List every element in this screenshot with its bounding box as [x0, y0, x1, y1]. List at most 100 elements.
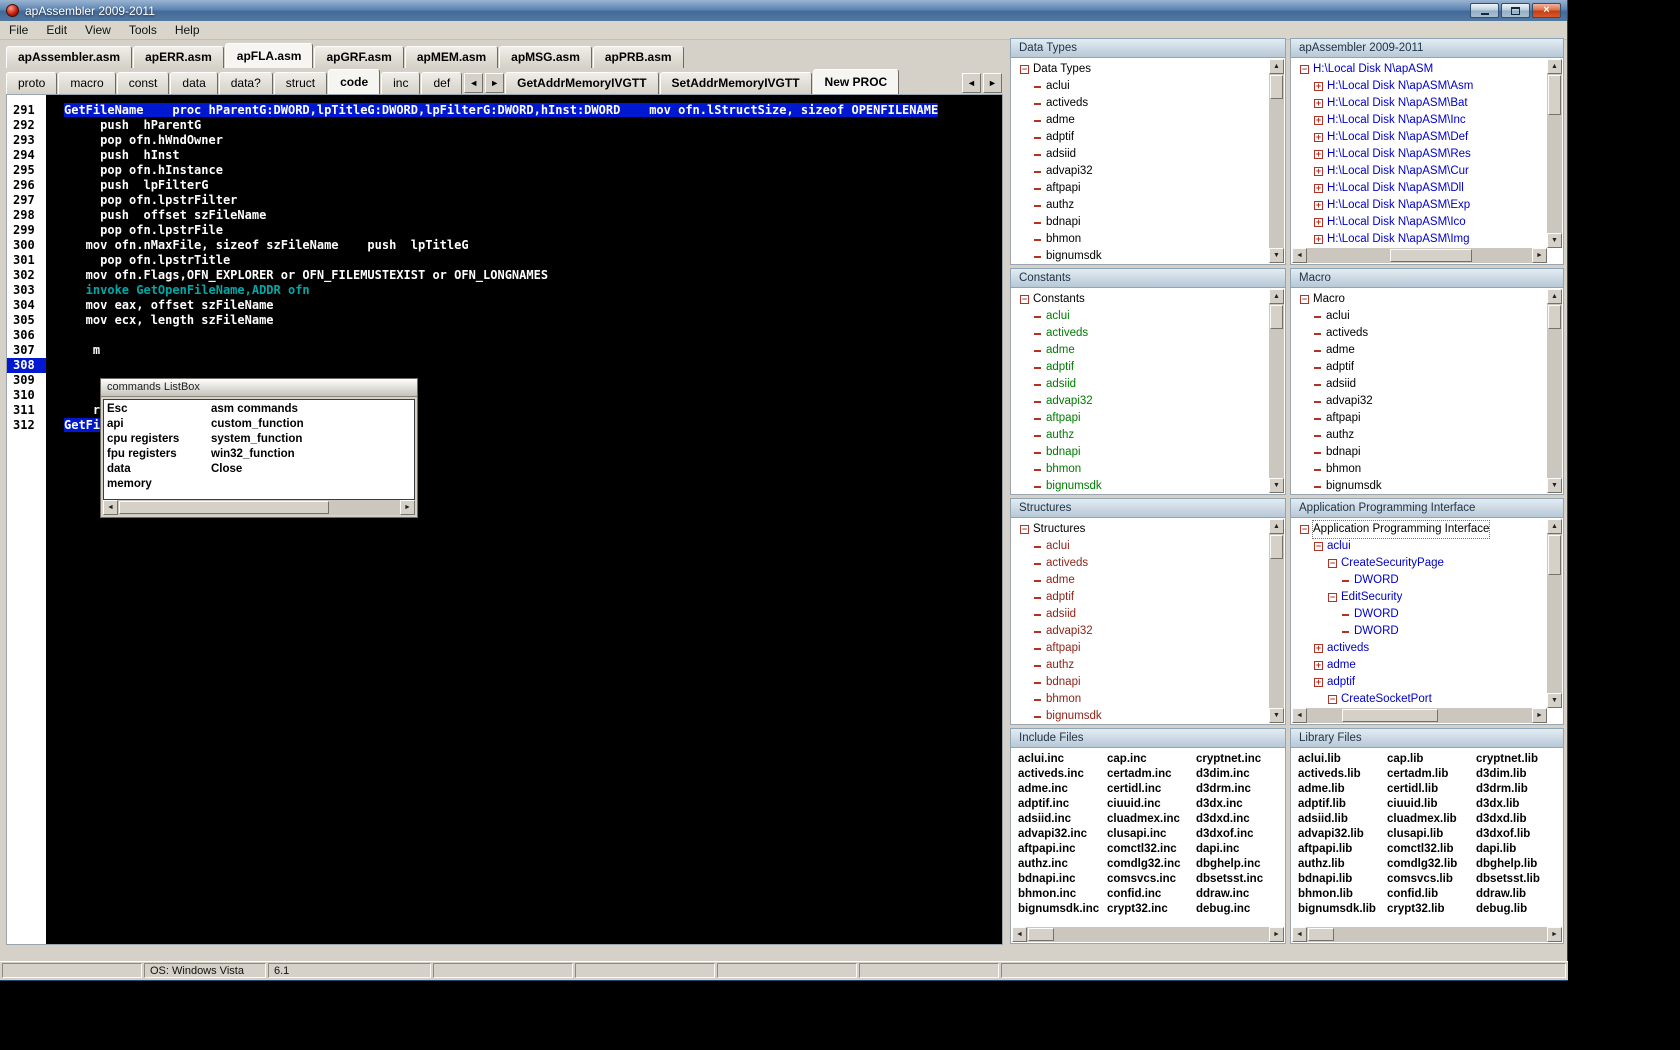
tree-item[interactable]: −H:\Local Disk N\apASM	[1295, 61, 1563, 78]
tree-item[interactable]: −aclui	[1295, 538, 1563, 555]
scrollbar-thumb[interactable]	[1308, 928, 1334, 941]
popup-row[interactable]: fpu registerswin32_function	[104, 447, 414, 462]
collapse-icon[interactable]: −	[1020, 525, 1029, 534]
tree-item[interactable]: −CreateSecurityPage	[1295, 555, 1563, 572]
tree-item[interactable]: activeds	[1295, 325, 1563, 342]
popup-category-label[interactable]	[211, 477, 414, 492]
include-file-item[interactable]: d3dx.inc	[1196, 797, 1285, 812]
file-tab-apfla-asm[interactable]: apFLA.asm	[225, 43, 314, 68]
scroll-left-icon[interactable]: ◄	[1292, 708, 1307, 723]
section-tab-const[interactable]: const	[117, 72, 170, 94]
include-file-item[interactable]: aftpapi.inc	[1018, 842, 1107, 857]
scroll-down-icon[interactable]: ▼	[1269, 248, 1284, 263]
include-file-item[interactable]: activeds.inc	[1018, 767, 1107, 782]
collapse-icon[interactable]: −	[1300, 525, 1309, 534]
proc-tab-getaddrmemoryivgtt[interactable]: GetAddrMemoryIVGTT	[505, 72, 658, 94]
popup-row[interactable]: cpu registerssystem_function	[104, 432, 414, 447]
expand-icon[interactable]: +	[1314, 133, 1323, 142]
library-file-item[interactable]: ciuuid.lib	[1387, 797, 1476, 812]
tree-item[interactable]: adme	[1015, 342, 1285, 359]
include-file-item[interactable]: ddraw.inc	[1196, 887, 1285, 902]
tree-item[interactable]: aclui	[1295, 308, 1563, 325]
include-file-item[interactable]: certidl.inc	[1107, 782, 1196, 797]
include-file-item[interactable]: comsvcs.inc	[1107, 872, 1196, 887]
tree-item[interactable]: aclui	[1015, 538, 1285, 555]
expand-icon[interactable]: +	[1314, 116, 1323, 125]
tree-item[interactable]: +H:\Local Disk N\apASM\Ico	[1295, 214, 1563, 231]
expand-icon[interactable]: +	[1314, 235, 1323, 244]
tree-item[interactable]: bdnapi	[1015, 444, 1285, 461]
scroll-up-icon[interactable]: ▲	[1269, 519, 1284, 534]
tree-item[interactable]: advapi32	[1015, 163, 1285, 180]
tree-item[interactable]: bignumsdk	[1015, 478, 1285, 495]
library-file-item[interactable]: debug.lib	[1476, 902, 1564, 917]
scrollbar-thumb[interactable]	[1342, 709, 1438, 722]
tree-item[interactable]: +H:\Local Disk N\apASM\Asm	[1295, 78, 1563, 95]
collapse-icon[interactable]: −	[1020, 65, 1029, 74]
library-file-item[interactable]: d3dx.lib	[1476, 797, 1564, 812]
library-file-item[interactable]: certadm.lib	[1387, 767, 1476, 782]
library-file-item[interactable]: crypt32.lib	[1387, 902, 1476, 917]
vertical-scrollbar[interactable]: ▲ ▼	[1547, 59, 1562, 248]
horizontal-scrollbar[interactable]: ◄ ►	[1292, 248, 1547, 263]
proc-tab-new-proc[interactable]: New PROC	[813, 69, 900, 94]
maximize-button[interactable]	[1501, 3, 1530, 18]
tree-item[interactable]: bdnapi	[1295, 444, 1563, 461]
code-line[interactable]: mov ofn.nMaxFile, sizeof szFileName push…	[64, 238, 1002, 253]
popup-category-label[interactable]: win32_function	[211, 447, 414, 462]
tree-item[interactable]: aclui	[1015, 78, 1285, 95]
include-file-item[interactable]: d3dxd.inc	[1196, 812, 1285, 827]
scrollbar-thumb[interactable]	[1548, 535, 1561, 575]
tree-item[interactable]: −EditSecurity	[1295, 589, 1563, 606]
library-file-item[interactable]: comctl32.lib	[1387, 842, 1476, 857]
tree-item[interactable]: bignumsdk	[1015, 708, 1285, 725]
scroll-right-icon[interactable]: ►	[400, 500, 415, 515]
include-file-item[interactable]: dbghelp.inc	[1196, 857, 1285, 872]
collapse-icon[interactable]: −	[1328, 593, 1337, 602]
tree-item[interactable]: adme	[1295, 342, 1563, 359]
library-file-item[interactable]: cryptnet.lib	[1476, 752, 1564, 767]
code-line[interactable]: pop ofn.lpstrFilter	[64, 193, 1002, 208]
tree-item[interactable]: +H:\Local Disk N\apASM\Img	[1295, 231, 1563, 248]
collapse-icon[interactable]: −	[1300, 295, 1309, 304]
tree-item[interactable]: −CreateSocketPort	[1295, 691, 1563, 708]
popup-row[interactable]: dataClose	[104, 462, 414, 477]
scroll-up-icon[interactable]: ▲	[1547, 59, 1562, 74]
tree-item[interactable]: +activeds	[1295, 640, 1563, 657]
proc-tab-setaddrmemoryivgtt[interactable]: SetAddrMemoryIVGTT	[660, 72, 812, 94]
include-file-item[interactable]: cap.inc	[1107, 752, 1196, 767]
include-file-item[interactable]: adme.inc	[1018, 782, 1107, 797]
tree-item[interactable]: aclui	[1015, 308, 1285, 325]
code-line[interactable]: GetFileName proc hParentG:DWORD,lpTitleG…	[64, 103, 1002, 118]
include-file-item[interactable]: clusapi.inc	[1107, 827, 1196, 842]
vertical-scrollbar[interactable]: ▲ ▼	[1547, 289, 1562, 493]
scrollbar-thumb[interactable]	[1548, 305, 1561, 329]
include-file-item[interactable]: bhmon.inc	[1018, 887, 1107, 902]
library-file-item[interactable]: bignumsdk.lib	[1298, 902, 1387, 917]
library-file-item[interactable]: clusapi.lib	[1387, 827, 1476, 842]
expand-icon[interactable]: +	[1314, 218, 1323, 227]
code-line[interactable]	[64, 328, 1002, 343]
library-file-item[interactable]: bhmon.lib	[1298, 887, 1387, 902]
file-tab-apassembler-asm[interactable]: apAssembler.asm	[6, 46, 132, 68]
include-file-item[interactable]: confid.inc	[1107, 887, 1196, 902]
code-line[interactable]: push hInst	[64, 148, 1002, 163]
library-file-item[interactable]: advapi32.lib	[1298, 827, 1387, 842]
scrollbar-thumb[interactable]	[1270, 535, 1283, 559]
expand-icon[interactable]: +	[1314, 644, 1323, 653]
include-file-item[interactable]: dapi.inc	[1196, 842, 1285, 857]
library-file-item[interactable]: comsvcs.lib	[1387, 872, 1476, 887]
vertical-scrollbar[interactable]: ▲ ▼	[1269, 289, 1284, 493]
tree-item[interactable]: +adptif	[1295, 674, 1563, 691]
proc-scroll-left-icon[interactable]: ◄	[962, 73, 981, 93]
collapse-icon[interactable]: −	[1300, 65, 1309, 74]
tree-item[interactable]: authz	[1015, 427, 1285, 444]
panel-header-data-types[interactable]: Data Types	[1010, 38, 1286, 58]
tree-item[interactable]: +adme	[1295, 657, 1563, 674]
menu-file[interactable]: File	[0, 21, 37, 39]
scrollbar-thumb[interactable]	[119, 501, 329, 514]
scroll-right-icon[interactable]: ►	[1547, 927, 1562, 942]
include-file-item[interactable]: bignumsdk.inc	[1018, 902, 1107, 917]
library-file-item[interactable]: comdlg32.lib	[1387, 857, 1476, 872]
tree-item[interactable]: bhmon	[1015, 461, 1285, 478]
